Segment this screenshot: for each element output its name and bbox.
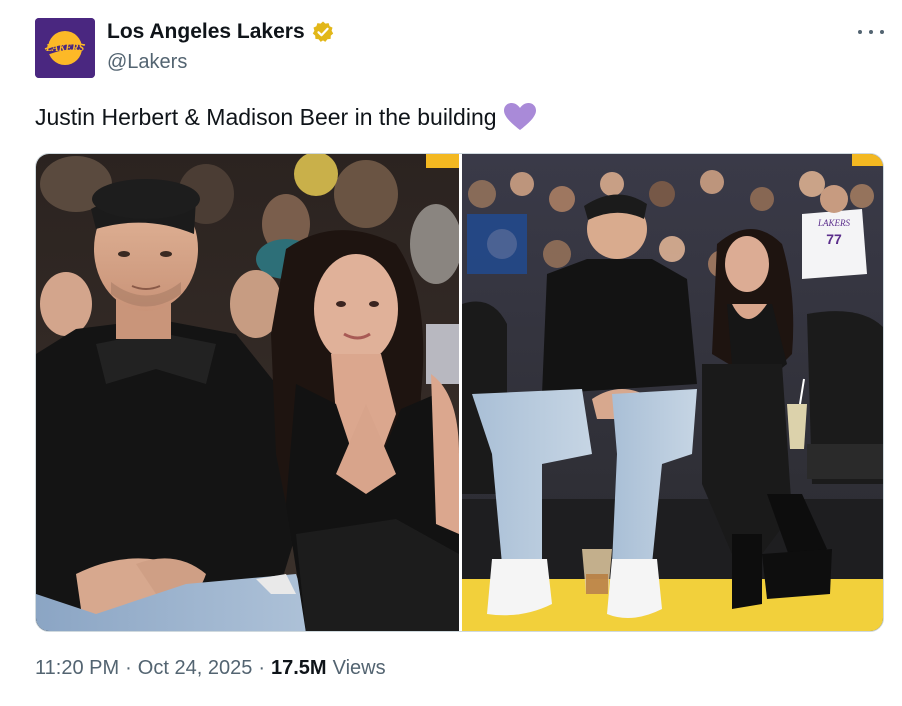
- lakers-logo-icon: LAKERS: [35, 18, 95, 78]
- author-name-row: Los Angeles Lakers: [107, 20, 335, 44]
- more-dot-icon: [869, 30, 873, 34]
- tweet-photo-1[interactable]: [36, 154, 459, 631]
- photo-2-image: LAKERS 77: [462, 154, 883, 631]
- jersey-number: 77: [826, 231, 842, 247]
- meta-separator: ·: [258, 657, 265, 679]
- more-dot-icon: [858, 30, 862, 34]
- meta-separator: ·: [125, 657, 132, 679]
- verified-badge-icon[interactable]: [311, 20, 335, 44]
- tweet-card: LAKERS Los Angeles Lakers @Lakers Justin…: [0, 0, 902, 706]
- tweet-text: Justin Herbert & Madison Beer in the bui…: [35, 102, 537, 132]
- views-count: 17.5M: [271, 657, 327, 679]
- author-display-name[interactable]: Los Angeles Lakers: [107, 20, 305, 44]
- tweet-media-grid: LAKERS 77: [35, 153, 884, 632]
- more-options-button[interactable]: [858, 22, 884, 42]
- tweet-time[interactable]: 11:20 PM: [35, 657, 119, 680]
- jersey-text: LAKERS: [817, 218, 851, 228]
- tweet-photo-2[interactable]: LAKERS 77: [462, 154, 883, 631]
- views-label: Views: [332, 657, 386, 679]
- author-handle[interactable]: @Lakers: [107, 51, 187, 74]
- tweet-text-content: Justin Herbert & Madison Beer in the bui…: [35, 103, 497, 130]
- author-avatar[interactable]: LAKERS: [35, 18, 95, 78]
- more-dot-icon: [880, 30, 884, 34]
- avatar-logo-text: LAKERS: [45, 43, 85, 54]
- tweet-date[interactable]: Oct 24, 2025: [138, 657, 253, 680]
- photo-1-image: [36, 154, 459, 631]
- purple-heart-icon: [503, 102, 537, 132]
- tweet-meta-row: 11:20 PM · Oct 24, 2025 · 17.5M Views: [35, 657, 386, 680]
